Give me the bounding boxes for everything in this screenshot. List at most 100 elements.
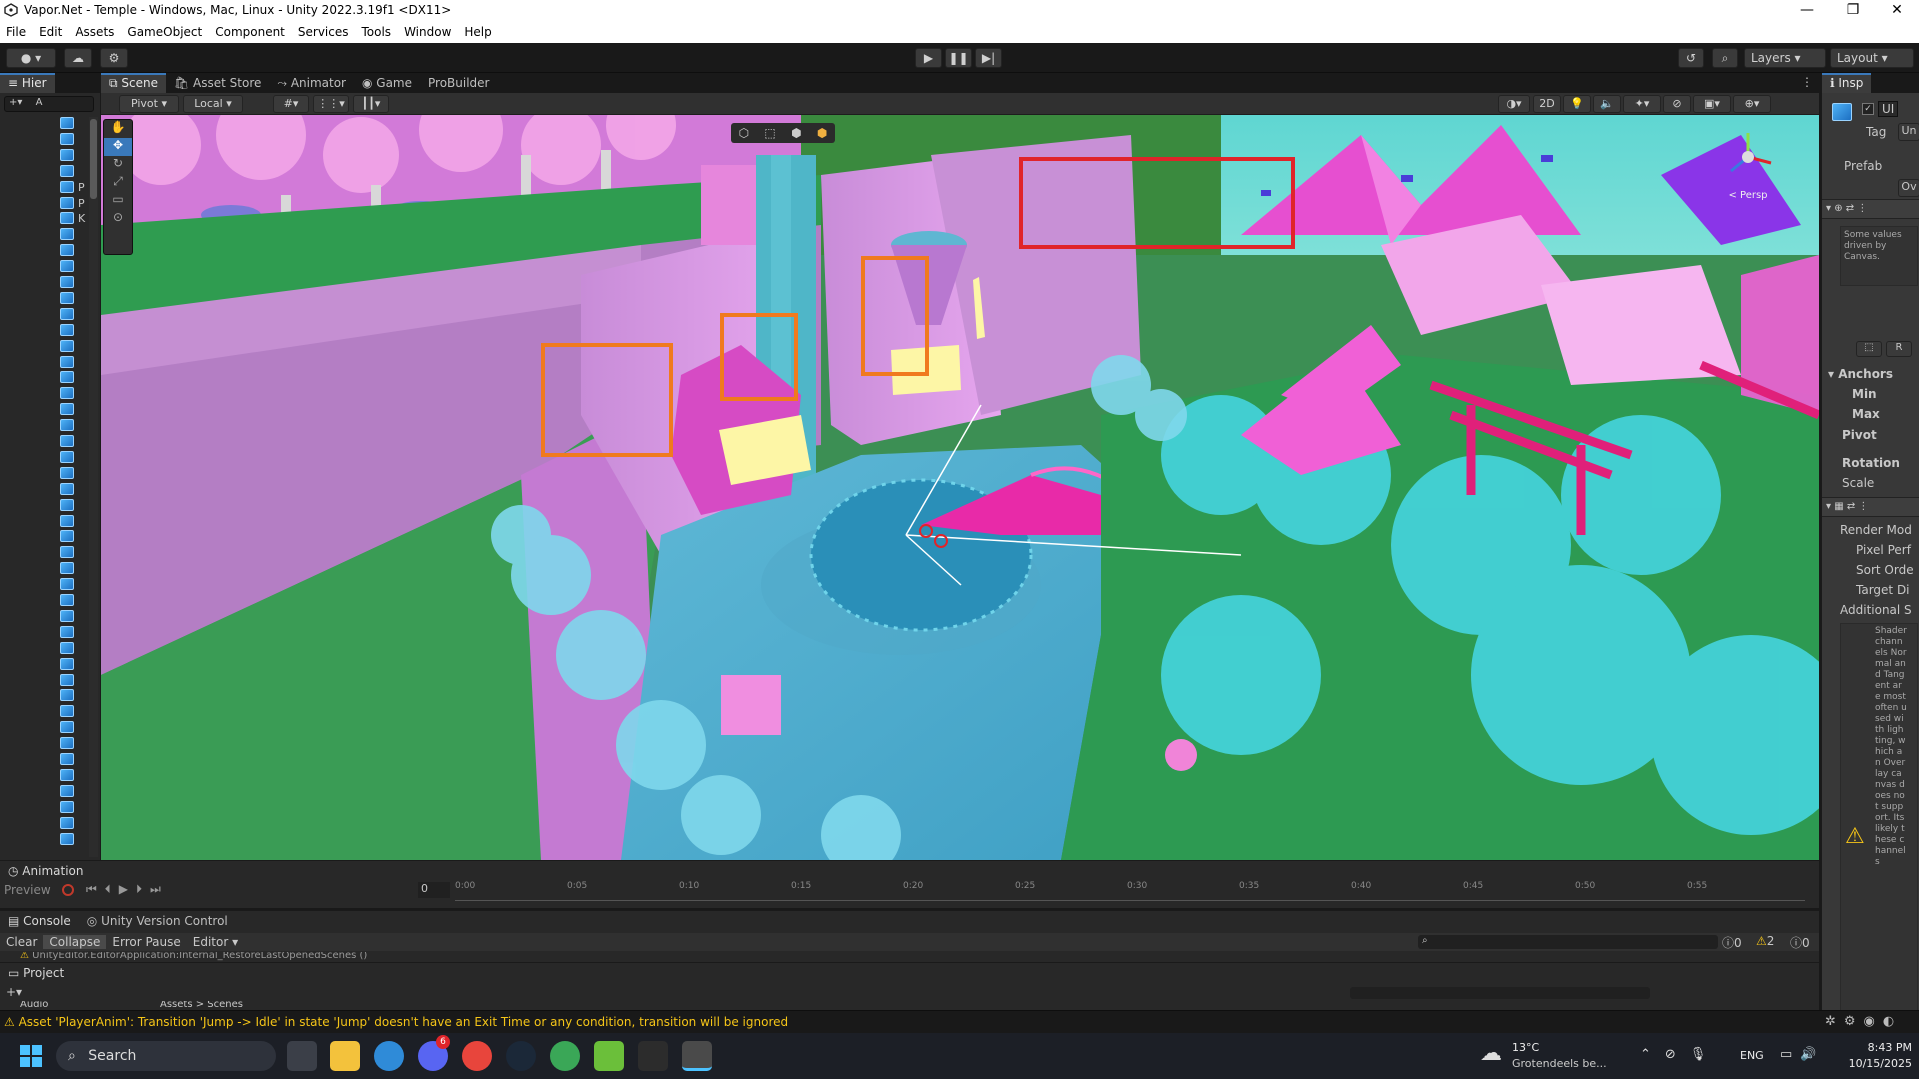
hierarchy-item[interactable] [60,641,76,656]
hierarchy-item[interactable] [60,276,76,290]
project-add-button[interactable]: +▾ [6,985,22,999]
overrides-dropdown[interactable]: Ov [1898,179,1919,197]
tab-asset-store[interactable]: 🛍 Asset Store [166,73,269,93]
hierarchy-item[interactable]: P [60,196,85,211]
tab-probuilder[interactable]: ProBuilder [420,73,497,93]
hierarchy-item[interactable] [60,673,76,688]
hierarchy-item[interactable] [60,832,76,847]
maximize-button[interactable]: ❐ [1830,0,1876,21]
cube-select-icon[interactable]: ⬡ [739,126,749,140]
account-button[interactable]: ● ▾ [6,48,56,68]
notepad-icon[interactable] [594,1041,624,1071]
task-view-icon[interactable] [287,1041,317,1071]
weather-icon[interactable]: ☁ [1480,1041,1502,1066]
blueprint-button[interactable]: ⬚ [1856,341,1882,357]
rect-tool-icon[interactable]: ▭ [104,192,132,210]
hierarchy-item[interactable] [60,753,76,767]
status-icons[interactable]: ✲⚙◉◐ [1825,1014,1902,1029]
error-pause-button[interactable]: Error Pause [106,935,186,949]
hierarchy-item[interactable] [60,594,76,608]
collab-button[interactable]: ⚙ [100,48,128,68]
persp-label[interactable]: < Persp [1713,190,1783,201]
info-count[interactable]: ⓘ0 [1722,934,1742,951]
hierarchy-scroll-thumb[interactable] [90,119,97,199]
shading-dropdown[interactable]: ◑▾ [1498,95,1530,113]
hierarchy-item[interactable] [60,625,76,640]
menu-help[interactable]: Help [464,25,491,39]
raw-edit-button[interactable]: R [1886,341,1912,357]
chrome-icon[interactable] [462,1041,492,1071]
hierarchy-item[interactable] [60,609,76,624]
clock-date[interactable]: 10/15/2025 [1842,1057,1912,1070]
local-dropdown[interactable]: Local ▾ [183,95,243,113]
tab-hierarchy[interactable]: ≡ Hier [0,73,55,93]
hierarchy-item[interactable] [60,482,76,497]
step-button[interactable]: ▶| [975,48,1002,68]
editor-dropdown[interactable]: Editor ▾ [187,935,244,949]
console-search-input[interactable]: ⌕ [1418,935,1718,949]
layers-dropdown[interactable]: Layers ▾ [1744,48,1826,68]
vertex-select-icon[interactable]: ⬚ [764,126,775,140]
anchors-foldout[interactable]: ▾ Anchors [1828,367,1893,381]
effects-dropdown[interactable]: ✦▾ [1623,95,1661,113]
hierarchy-item[interactable] [60,244,76,258]
tab-inspector[interactable]: ℹ Insp [1822,73,1872,93]
gizmos-dropdown[interactable]: ⊕▾ [1733,95,1771,113]
hierarchy-item[interactable]: P [60,180,85,195]
lighting-toggle[interactable]: 💡 [1563,95,1591,113]
project-search-input[interactable] [1350,987,1650,999]
hierarchy-item[interactable] [60,291,76,306]
hierarchy-item[interactable] [60,403,76,417]
hierarchy-item[interactable] [60,228,76,242]
tab-game[interactable]: ◉ Game [354,73,420,93]
rotate-tool-icon[interactable]: ↻ [104,156,132,174]
hierarchy-item[interactable] [60,419,76,433]
hierarchy-item[interactable] [60,689,76,703]
hierarchy-item[interactable] [60,355,76,370]
history-button[interactable]: ↺ [1678,48,1704,68]
hierarchy-search[interactable]: +▾ A [4,96,94,112]
console-log-line[interactable]: ⚠ UnityEditor.EditorApplication:Internal… [20,952,367,962]
clock-time[interactable]: 8:43 PM [1842,1041,1912,1054]
hierarchy-item[interactable] [60,705,76,719]
orientation-gizmo[interactable]: < Persp [1713,127,1783,211]
scale-tool-icon[interactable]: ⤢ [104,174,132,192]
layout-dropdown[interactable]: Layout ▾ [1830,48,1914,68]
hierarchy-item[interactable] [60,148,76,163]
taskbar-search[interactable]: ⌕ Search [56,1041,276,1071]
hierarchy-item[interactable] [60,737,76,751]
transform-tool-icon[interactable]: ⊙ [104,210,132,228]
pause-button[interactable]: ❚❚ [945,48,972,68]
canvas-header[interactable]: ▾ ▦ ⇄ ⋮ [1822,497,1919,517]
hierarchy-scrollbar[interactable] [89,117,98,857]
close-button[interactable]: ✕ [1874,0,1919,21]
snap-increment-button[interactable]: ⋮⋮▾ [313,95,349,113]
hierarchy-item[interactable] [60,435,76,449]
hierarchy-item[interactable] [60,530,76,544]
pivot-dropdown[interactable]: Pivot ▾ [119,95,179,113]
edge-icon[interactable] [374,1041,404,1071]
hierarchy-item[interactable] [60,387,76,401]
menu-window[interactable]: Window [404,25,451,39]
language-indicator[interactable]: ENG [1740,1049,1764,1062]
preview-button[interactable]: Preview [4,883,51,897]
windows-start-icon[interactable] [20,1045,42,1067]
toggle-2d-button[interactable]: 2D [1533,95,1561,113]
record-icon[interactable] [62,884,74,896]
tab-scene[interactable]: ⧉ Scene [101,73,166,93]
play-button[interactable]: ▶ [915,48,942,68]
menu-tools[interactable]: Tools [362,25,392,39]
status-message[interactable]: ⚠ Asset 'PlayerAnim': Transition 'Jump -… [4,1015,788,1029]
hierarchy-item[interactable] [60,578,76,592]
hierarchy-item[interactable] [60,498,76,513]
hierarchy-item[interactable] [60,784,76,799]
collapse-button[interactable]: Collapse [43,935,107,949]
weather-temp[interactable]: 13°C [1512,1041,1539,1054]
hierarchy-item[interactable] [60,816,76,831]
menu-edit[interactable]: Edit [39,25,62,39]
minimize-button[interactable]: — [1784,0,1830,21]
hierarchy-item[interactable] [60,514,76,529]
hierarchy-search-input[interactable]: A [36,97,43,108]
hierarchy-item[interactable] [60,260,76,274]
audio-toggle[interactable]: 🔈 [1593,95,1621,113]
